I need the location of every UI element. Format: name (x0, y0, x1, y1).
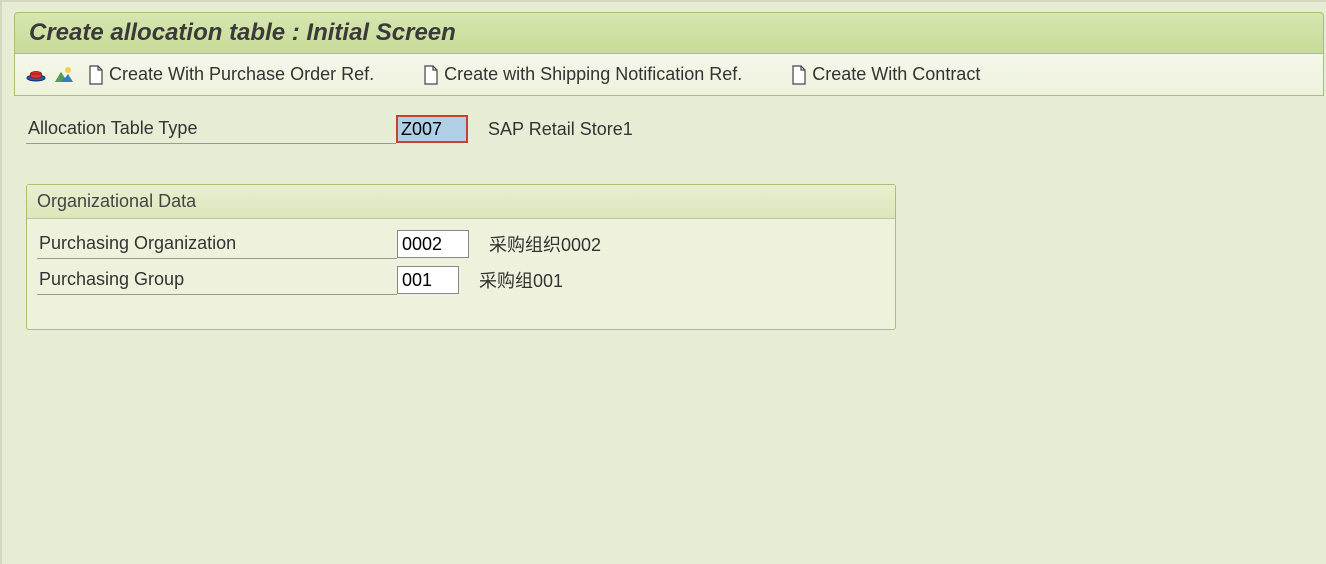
purch-org-label: Purchasing Organization (37, 229, 397, 259)
create-contract-ref-button[interactable]: Create With Contract (784, 62, 986, 87)
org-data-body: Purchasing Organization 采购组织0002 Purchas… (27, 219, 895, 329)
document-icon (87, 65, 105, 85)
toolbar: Create With Purchase Order Ref. Create w… (14, 54, 1324, 96)
org-data-header: Organizational Data (27, 185, 895, 219)
create-ship-ref-button[interactable]: Create with Shipping Notification Ref. (416, 62, 748, 87)
create-ship-ref-label: Create with Shipping Notification Ref. (444, 64, 742, 85)
hat-icon[interactable] (25, 64, 47, 86)
purch-group-label: Purchasing Group (37, 265, 397, 295)
purch-org-row: Purchasing Organization 采购组织0002 (37, 229, 885, 259)
allocation-type-input[interactable] (396, 115, 468, 143)
document-icon (790, 65, 808, 85)
allocation-type-row: Allocation Table Type SAP Retail Store1 (26, 114, 1314, 144)
purch-group-desc: 采购组001 (479, 267, 563, 293)
allocation-type-label: Allocation Table Type (26, 114, 396, 144)
create-contract-ref-label: Create With Contract (812, 64, 980, 85)
page-title: Create allocation table : Initial Screen (29, 19, 456, 46)
create-po-ref-label: Create With Purchase Order Ref. (109, 64, 374, 85)
content-area: Allocation Table Type SAP Retail Store1 … (14, 96, 1326, 342)
document-icon (422, 65, 440, 85)
purch-group-row: Purchasing Group 采购组001 (37, 265, 885, 295)
org-data-groupbox: Organizational Data Purchasing Organizat… (26, 184, 896, 330)
sap-window: Create allocation table : Initial Screen (0, 0, 1326, 564)
create-po-ref-button[interactable]: Create With Purchase Order Ref. (81, 62, 380, 87)
allocation-type-desc: SAP Retail Store1 (488, 119, 633, 140)
purch-group-input[interactable] (397, 266, 459, 294)
title-bar: Create allocation table : Initial Screen (14, 12, 1324, 54)
purch-org-desc: 采购组织0002 (489, 231, 601, 257)
mountain-icon[interactable] (53, 64, 75, 86)
purch-org-input[interactable] (397, 230, 469, 258)
